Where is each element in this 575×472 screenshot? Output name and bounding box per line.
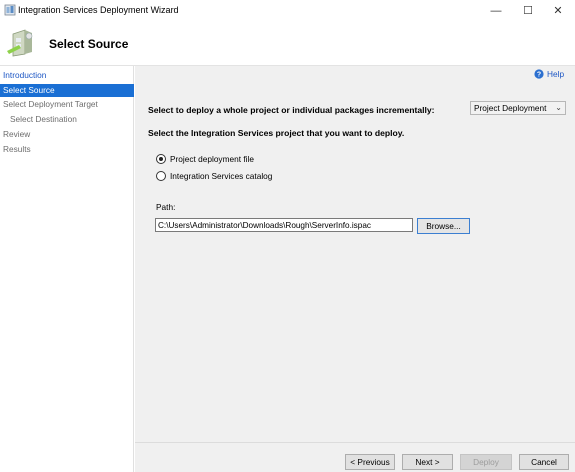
page-title: Select Source — [49, 37, 129, 51]
path-input[interactable] — [155, 218, 413, 232]
wizard-steps-sidebar: Introduction Select Source Select Deploy… — [0, 66, 134, 472]
deployment-wizard-header-icon — [5, 26, 39, 60]
radio-button[interactable] — [156, 154, 166, 164]
main-content-panel: ? Help Select to deploy a whole project … — [135, 66, 575, 442]
radio-project-deployment-file[interactable]: Project deployment file — [156, 154, 254, 164]
radio-label: Project deployment file — [170, 154, 254, 164]
sidebar-item-results: Results — [3, 144, 31, 154]
deployment-model-value: Project Deployment — [474, 103, 547, 113]
wizard-header: Select Source — [0, 21, 575, 66]
radio-integration-services-catalog[interactable]: Integration Services catalog — [156, 171, 272, 181]
help-link[interactable]: ? Help — [534, 69, 564, 79]
deploy-button[interactable]: Deploy — [460, 454, 512, 470]
wizard-footer: < Previous Next > Deploy Cancel — [135, 442, 575, 472]
svg-text:?: ? — [537, 72, 541, 79]
sidebar-item-review: Review — [3, 129, 31, 139]
window-title: Integration Services Deployment Wizard — [18, 5, 179, 15]
wizard-app-icon — [4, 4, 16, 16]
minimize-button[interactable]: — — [478, 0, 514, 21]
project-prompt: Select the Integration Services project … — [148, 128, 405, 138]
chevron-down-icon: ⌄ — [555, 103, 562, 112]
sidebar-item-select-destination: Select Destination — [10, 114, 77, 124]
window-titlebar: Integration Services Deployment Wizard —… — [0, 0, 575, 21]
close-button[interactable]: ✕ — [540, 0, 575, 21]
sidebar-item-select-source[interactable]: Select Source — [0, 84, 134, 97]
path-label: Path: — [156, 202, 176, 212]
sidebar-item-introduction[interactable]: Introduction — [0, 69, 134, 82]
deploy-prompt: Select to deploy a whole project or indi… — [148, 105, 435, 115]
help-label[interactable]: Help — [547, 69, 564, 79]
previous-button[interactable]: < Previous — [345, 454, 395, 470]
radio-label: Integration Services catalog — [170, 171, 273, 181]
next-button[interactable]: Next > — [402, 454, 453, 470]
browse-button[interactable]: Browse... — [417, 218, 470, 234]
sidebar-item-select-deployment-target: Select Deployment Target — [3, 99, 98, 109]
cancel-button[interactable]: Cancel — [519, 454, 569, 470]
radio-button[interactable] — [156, 171, 166, 181]
deployment-model-select[interactable]: Project Deployment ⌄ — [470, 101, 566, 115]
help-icon: ? — [534, 69, 544, 79]
